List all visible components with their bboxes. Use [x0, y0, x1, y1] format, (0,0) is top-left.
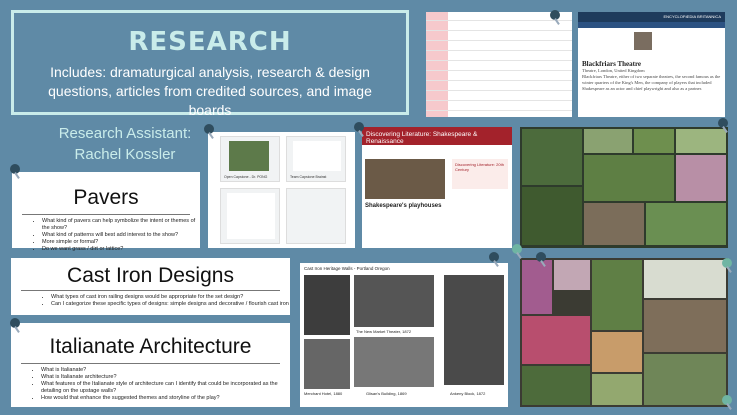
photo: [584, 129, 632, 153]
pushpin-icon: [510, 244, 524, 259]
slide-subtitle: Includes: dramaturgical analysis, resear…: [48, 64, 372, 118]
drive-file[interactable]: Open Capstone - Dr. PONG: [220, 136, 280, 182]
cast-iron-questions: What types of cast iron railing designs …: [11, 291, 290, 308]
photo: [354, 337, 434, 387]
italianate-heading: Italianate Architecture: [49, 335, 252, 358]
list-item: How would that enhance the suggested the…: [41, 395, 290, 402]
caption: Glisan's Building, 1869: [366, 391, 407, 396]
drive-file[interactable]: Team Capstone Brainst: [286, 136, 346, 182]
caption: Merchant Hotel, 1880: [304, 391, 343, 396]
pavers-heading: Pavers: [73, 186, 139, 209]
list-item: Can I categorize these specific types of…: [51, 301, 290, 308]
photo: [554, 260, 590, 290]
photo: [522, 316, 590, 364]
garden-flower-image-board: [520, 258, 728, 407]
photo: [444, 275, 504, 385]
pushpin-icon: [8, 164, 22, 179]
pushpin-icon: [534, 252, 548, 267]
playhouse-image: [365, 159, 445, 199]
encyclopedia-thumbnail[interactable]: ENCYCLOPÆDIA BRITANNICA Blackfriars Thea…: [578, 12, 725, 117]
pushpin-icon: [720, 258, 734, 273]
research-assistant-credit: Research Assistant: Rachel Kossler: [30, 123, 220, 165]
list-item: What kind of patterns will best add inte…: [42, 232, 200, 239]
encyclopedia-heading: Blackfriars Theatre: [582, 60, 642, 68]
list-item: What is Italianate?: [41, 367, 290, 374]
list-item: What types of cast iron railing designs …: [51, 294, 290, 301]
spreadsheet-thumbnail[interactable]: [426, 12, 572, 117]
photo: [522, 366, 590, 405]
pushpin-icon: [716, 118, 730, 133]
pushpin-icon: [8, 318, 22, 333]
photo: [522, 129, 582, 185]
pavers-questions: What kind of pavers can help symbolize t…: [12, 215, 200, 253]
cast-iron-card: Cast Iron Designs What types of cast iro…: [11, 258, 290, 315]
assistant-name: Rachel Kossler: [74, 146, 176, 163]
photo: [592, 374, 642, 405]
garden-image-board: [520, 127, 728, 248]
encyclopedia-header: ENCYCLOPÆDIA BRITANNICA: [578, 12, 725, 22]
photo: [522, 187, 582, 245]
pushpin-icon: [352, 122, 366, 137]
list-item: What features of the Italianate style of…: [41, 381, 290, 395]
slide-title: RESEARCH: [128, 27, 292, 57]
drive-files-thumbnail[interactable]: Open Capstone - Dr. PONG Team Capstone B…: [208, 132, 355, 248]
list-item: Do we want grass / dirt or lattice?: [42, 246, 200, 253]
photo: [676, 129, 726, 153]
pushpin-icon: [487, 252, 501, 267]
encyclopedia-body: Blackfriars Theatre, either of two separ…: [582, 74, 721, 91]
pushpin-icon: [202, 124, 216, 139]
italianate-card: Italianate Architecture What is Italiana…: [11, 323, 290, 407]
title-banner: RESEARCH Includes: dramaturgical analysi…: [11, 10, 409, 118]
literature-banner: Discovering Literature: Shakespeare & Re…: [362, 127, 512, 145]
photo: [584, 155, 674, 201]
article-title: Shakespeare's playhouses: [365, 203, 442, 209]
caption: The New Market Theater, 1872: [356, 329, 412, 334]
photo: [304, 275, 350, 335]
pushpin-icon: [720, 395, 734, 410]
pavers-card: Pavers What kind of pavers can help symb…: [12, 172, 200, 252]
side-promo: Discovering Literature: 20th Century: [452, 159, 508, 189]
pushpin-icon: [548, 10, 562, 25]
photo: [584, 203, 644, 245]
cast-iron-architecture-board: Cast Iron Heritage Walls - Portland Oreg…: [300, 263, 508, 407]
board-title: Cast Iron Heritage Walls - Portland Oreg…: [304, 266, 390, 271]
literature-article-thumbnail[interactable]: Discovering Literature: Shakespeare & Re…: [362, 127, 512, 248]
assistant-role: Research Assistant:: [58, 125, 192, 142]
highlight-column: [426, 12, 448, 117]
list-item: More simple or formal?: [42, 239, 200, 246]
photo: [644, 354, 726, 405]
photo: [646, 203, 726, 245]
photo: [304, 339, 350, 389]
photo: [676, 155, 726, 201]
photo: [592, 332, 642, 372]
photo: [644, 300, 726, 352]
photo: [634, 129, 674, 153]
list-item: What is Italianate architecture?: [41, 374, 290, 381]
photo: [354, 275, 434, 327]
list-item: What kind of pavers can help symbolize t…: [42, 218, 200, 232]
cast-iron-heading: Cast Iron Designs: [67, 264, 234, 287]
italianate-questions: What is Italianate? What is Italianate a…: [11, 364, 290, 402]
drive-file[interactable]: [220, 188, 280, 244]
photo: [644, 260, 726, 298]
caption: Ankeny Block, 1872: [450, 391, 486, 396]
drive-file[interactable]: [286, 188, 346, 244]
photo: [522, 260, 552, 314]
photo: [592, 260, 642, 330]
